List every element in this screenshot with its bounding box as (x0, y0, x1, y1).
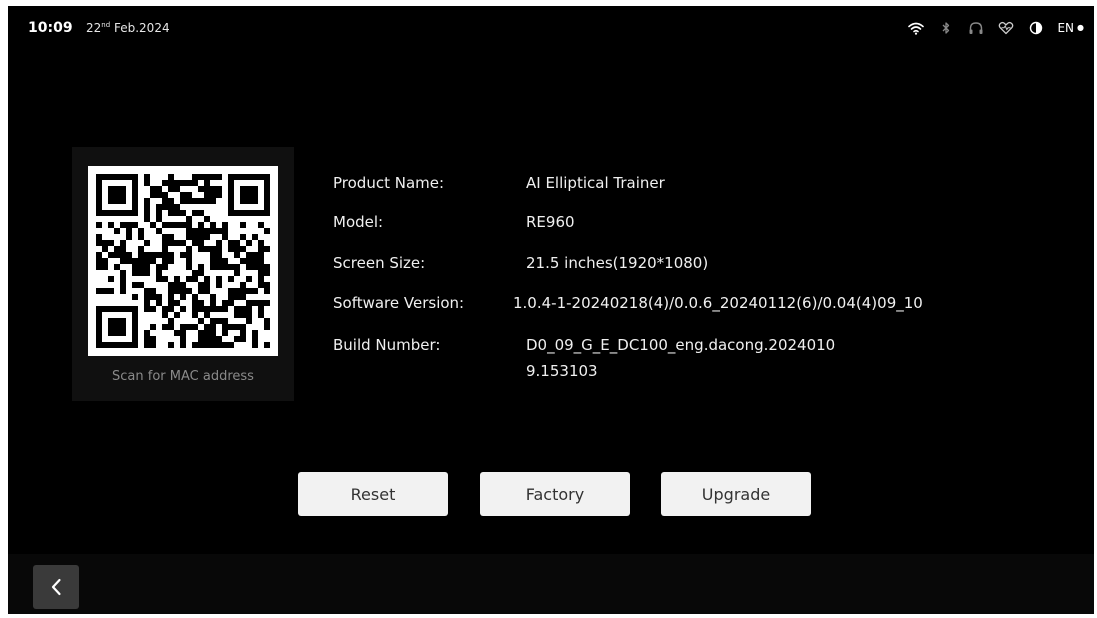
screen-size-label: Screen Size: (333, 254, 426, 272)
back-button[interactable] (33, 565, 79, 609)
status-icons: EN ● (901, 17, 1084, 39)
qr-finder-pattern (228, 174, 270, 216)
chevron-down-icon: ● (1077, 23, 1084, 32)
mac-qr-code (88, 166, 278, 356)
date-display: 22nd Feb.2024 (86, 21, 170, 35)
brightness-icon[interactable] (1021, 17, 1051, 39)
software-version-label: Software Version: (333, 294, 465, 312)
bottom-bar (8, 554, 1094, 614)
date-suffix: nd (101, 21, 111, 29)
screen-size-value: 21.5 inches(1920*1080) (526, 254, 709, 272)
qr-code-graphic (96, 174, 270, 348)
heart-rate-icon[interactable] (991, 17, 1021, 39)
qr-finder-pattern (96, 174, 138, 216)
date-month-year: Feb.2024 (110, 21, 170, 35)
date-day: 22 (86, 21, 102, 35)
product-name-value: AI Elliptical Trainer (526, 174, 665, 192)
qr-panel: Scan for MAC address (72, 147, 294, 401)
language-label: EN (1057, 21, 1075, 35)
model-value: RE960 (526, 213, 575, 231)
build-number-value-line1: D0_09_G_E_DC100_eng.dacong.2024010 (526, 336, 836, 354)
status-bar: 10:09 22nd Feb.2024 EN ● (8, 6, 1094, 46)
reset-button[interactable]: Reset (298, 472, 448, 516)
qr-caption: Scan for MAC address (112, 369, 254, 384)
upgrade-button[interactable]: Upgrade (661, 472, 811, 516)
product-name-label: Product Name: (333, 174, 445, 192)
clock-time: 10:09 (28, 20, 73, 36)
build-number-value-line2: 9.153103 (526, 362, 598, 380)
qr-finder-pattern (96, 306, 138, 348)
model-label: Model: (333, 213, 384, 231)
build-number-label: Build Number: (333, 336, 441, 354)
headphones-icon[interactable] (961, 17, 991, 39)
chevron-left-icon (51, 578, 61, 596)
about-screen: 10:09 22nd Feb.2024 EN ● Scan for MAC ad… (8, 6, 1094, 614)
language-selector[interactable]: EN ● (1057, 21, 1084, 35)
factory-button[interactable]: Factory (480, 472, 630, 516)
software-version-value: 1.0.4-1-20240218(4)/0.0.6_20240112(6)/0.… (513, 294, 923, 312)
wifi-icon[interactable] (901, 17, 931, 39)
bluetooth-icon[interactable] (931, 17, 961, 39)
